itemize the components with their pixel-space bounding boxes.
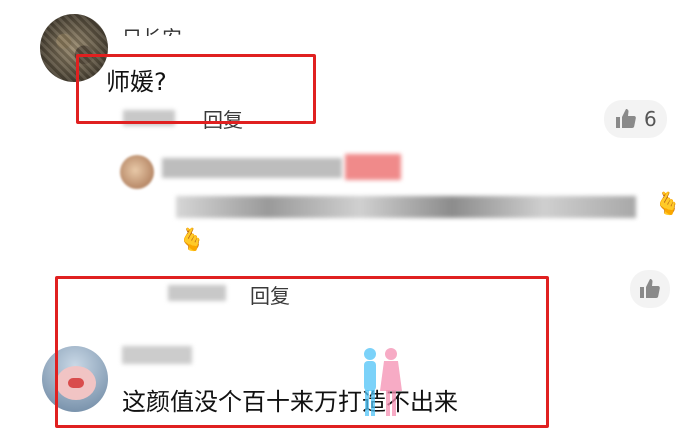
reply-avatar[interactable] [120,155,154,189]
blurred-reply-text [176,196,636,218]
finger-heart-icon: 🫰 [178,228,206,253]
highlight-box-first-comment [76,54,316,124]
thumbs-up-icon [640,279,660,298]
like-count: 6 [644,107,657,131]
commenter-username[interactable]: 只长安 [122,22,182,36]
thumbs-up-icon [616,109,636,128]
highlight-box-second-comment [55,276,549,428]
finger-heart-icon: 🫰 [654,192,678,217]
like-button[interactable] [630,270,670,308]
like-button[interactable]: 6 [604,100,667,138]
blurred-reply-username [162,158,342,178]
blurred-badge [345,154,401,180]
